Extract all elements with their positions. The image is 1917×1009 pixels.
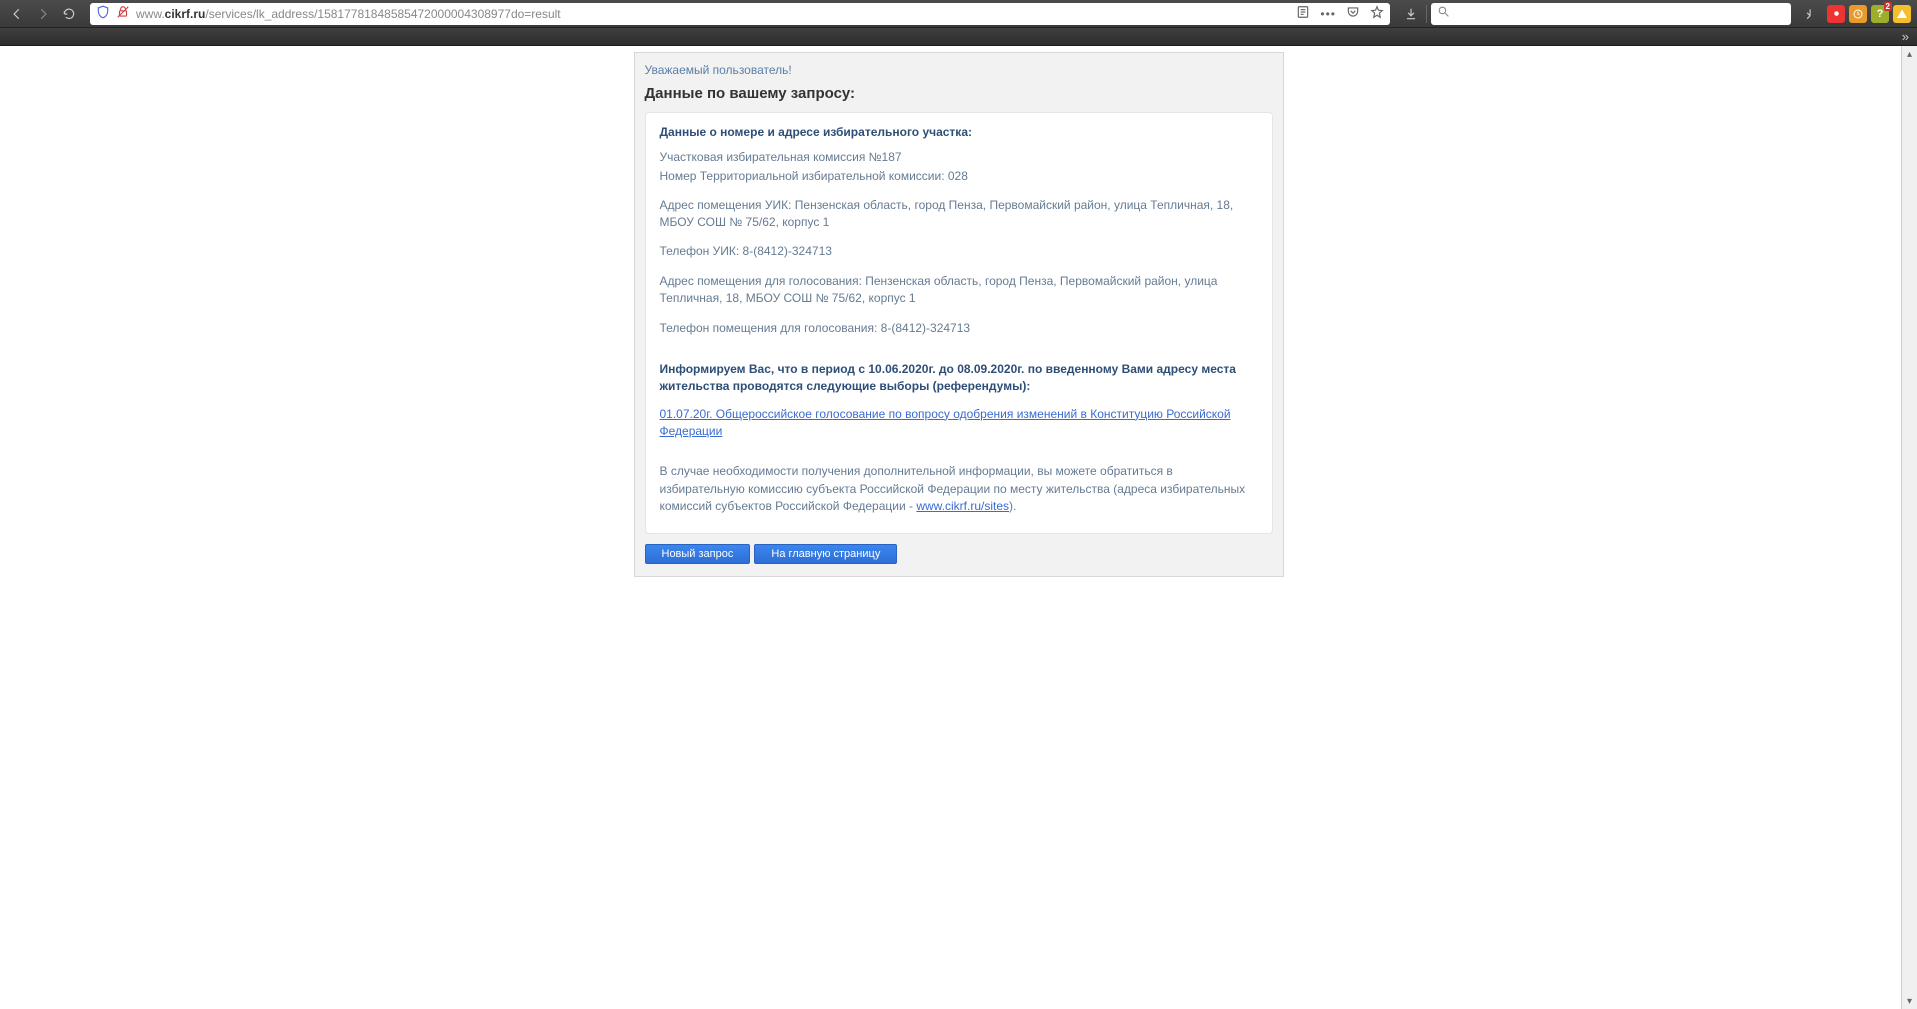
elections-notice: Информируем Вас, что в период с 10.06.20… xyxy=(660,361,1258,396)
election-event-link[interactable]: 01.07.20г. Общероссийское голосование по… xyxy=(660,406,1258,440)
containers-button[interactable] xyxy=(1795,3,1817,25)
uik-address: Адрес помещения УИК: Пензенская область,… xyxy=(660,197,1258,232)
tracking-protection-icon[interactable] xyxy=(96,5,110,22)
footnote-post: ). xyxy=(1009,499,1016,513)
vertical-scrollbar[interactable]: ▴ ▾ xyxy=(1901,46,1917,1009)
footnote-link[interactable]: www.cikrf.ru/sites xyxy=(916,499,1009,513)
browser-toolbar: www.cikrf.ru/services/lk_address/1581778… xyxy=(0,0,1917,28)
bookmark-star-icon[interactable] xyxy=(1370,5,1384,22)
footnote: В случае необходимости получения дополни… xyxy=(660,463,1258,515)
url-domain: cikrf.ru xyxy=(165,7,206,21)
extension-warning-icon[interactable] xyxy=(1893,5,1911,23)
section-title: Данные о номере и адресе избирательного … xyxy=(660,125,1258,139)
search-input[interactable] xyxy=(1456,7,1785,21)
back-button[interactable] xyxy=(6,3,28,25)
scroll-down-arrow[interactable]: ▾ xyxy=(1902,993,1917,1009)
commission-name: Участковая избирательная комиссия №187 xyxy=(660,149,1258,166)
result-box: Данные о номере и адресе избирательного … xyxy=(645,112,1273,534)
reader-mode-icon[interactable] xyxy=(1296,5,1310,22)
extension-clock-icon[interactable] xyxy=(1849,5,1867,23)
extension-question-icon[interactable]: ? 2 xyxy=(1871,5,1889,23)
tab-overflow-row: » xyxy=(0,28,1917,46)
extension-icons-group: ? 2 xyxy=(1827,5,1911,23)
content-panel: Уважаемый пользователь! Данные по вашему… xyxy=(634,52,1284,577)
page-viewport: Уважаемый пользователь! Данные по вашему… xyxy=(0,46,1917,577)
voting-address: Адрес помещения для голосования: Пензенс… xyxy=(660,273,1258,308)
greeting-text: Уважаемый пользователь! xyxy=(645,63,1273,77)
url-bar[interactable]: www.cikrf.ru/services/lk_address/1581778… xyxy=(90,3,1390,25)
reload-button[interactable] xyxy=(58,3,80,25)
voting-phone: Телефон помещения для голосования: 8-(84… xyxy=(660,320,1258,337)
extension-badge: 2 xyxy=(1884,2,1892,11)
page-actions-ellipsis-icon[interactable]: ••• xyxy=(1320,7,1336,21)
result-header: Данные по вашему запросу: xyxy=(645,85,1273,102)
downloads-button[interactable] xyxy=(1400,3,1422,25)
forward-button[interactable] xyxy=(32,3,54,25)
extension-adblock-icon[interactable] xyxy=(1827,5,1845,23)
toolbar-separator xyxy=(1426,5,1427,23)
action-row: Новый запрос На главную страницу xyxy=(645,544,1273,564)
url-text: www.cikrf.ru/services/lk_address/1581778… xyxy=(136,7,1290,21)
pocket-icon[interactable] xyxy=(1346,5,1360,22)
search-icon xyxy=(1437,5,1450,23)
url-path: /services/lk_address/1581778184858547200… xyxy=(205,7,560,21)
uik-phone: Телефон УИК: 8-(8412)-324713 xyxy=(660,243,1258,260)
home-button[interactable]: На главную страницу xyxy=(754,544,897,564)
connection-not-secure-icon[interactable] xyxy=(116,5,130,22)
search-bar[interactable] xyxy=(1431,3,1791,25)
scroll-up-arrow[interactable]: ▴ xyxy=(1902,46,1917,62)
new-query-button[interactable]: Новый запрос xyxy=(645,544,751,564)
territorial-number: Номер Территориальной избирательной коми… xyxy=(660,168,1258,185)
url-prefix: www. xyxy=(136,7,165,21)
tab-overflow-icon[interactable]: » xyxy=(1902,29,1917,44)
